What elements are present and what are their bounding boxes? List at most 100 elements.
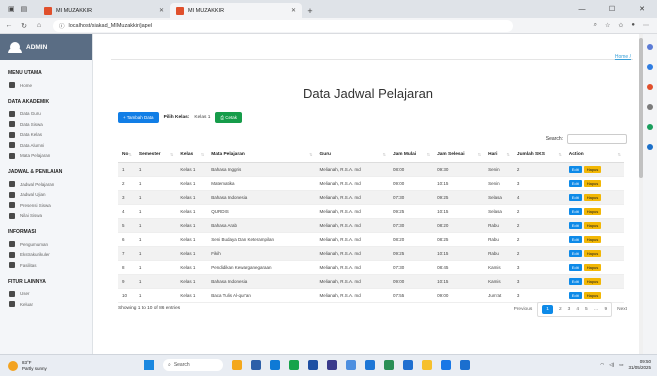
- vscode-blue-icon[interactable]: [460, 360, 470, 370]
- delete-button[interactable]: Hapus: [583, 165, 602, 173]
- sidebar-item[interactable]: Jadwal Ujian: [8, 190, 84, 201]
- add-data-button[interactable]: + Tambah Data: [118, 112, 159, 123]
- column-header[interactable]: Kelas: [176, 148, 208, 163]
- sidebar-item[interactable]: Fasilitas: [8, 260, 84, 271]
- vscode-icon[interactable]: [365, 360, 375, 370]
- weather-widget[interactable]: 83°F Partly sunny: [0, 360, 47, 372]
- column-header[interactable]: Jumlah SKS: [512, 148, 565, 163]
- tab-actions-icon[interactable]: ▤: [21, 5, 28, 13]
- back-icon[interactable]: ←: [3, 22, 15, 29]
- delete-button[interactable]: Hapus: [583, 179, 602, 187]
- home-icon[interactable]: ⌂: [33, 22, 45, 29]
- delete-button[interactable]: Hapus: [583, 221, 602, 229]
- sidebar-item[interactable]: Presensi Siswa: [8, 200, 84, 211]
- sidebar-item[interactable]: Ekstrakurikuler: [8, 250, 84, 261]
- delete-button[interactable]: Hapus: [583, 278, 602, 286]
- class-filter-select[interactable]: Kelas 1: [194, 115, 210, 120]
- sidebar-item[interactable]: Data Siswa: [8, 119, 84, 130]
- favorite-icon[interactable]: ☆: [605, 22, 610, 29]
- sidebar-item[interactable]: Data Guru: [8, 109, 84, 120]
- close-window-icon[interactable]: ✕: [627, 0, 657, 18]
- task-view-icon[interactable]: [251, 360, 261, 370]
- clock[interactable]: 09:50 31/05/2025: [628, 359, 651, 371]
- delete-button[interactable]: Hapus: [583, 207, 602, 215]
- delete-button[interactable]: Hapus: [583, 236, 602, 244]
- copilot-icon[interactable]: [647, 64, 653, 70]
- zoom-icon[interactable]: ⌕: [594, 22, 597, 29]
- games-icon[interactable]: [647, 144, 653, 150]
- tools-icon[interactable]: [647, 104, 653, 110]
- new-tab-button[interactable]: +: [302, 3, 318, 18]
- delete-button[interactable]: Hapus: [583, 193, 602, 201]
- next-page-button[interactable]: Next: [617, 307, 627, 312]
- search-input[interactable]: [567, 134, 627, 144]
- edge-icon[interactable]: [270, 360, 280, 370]
- word-icon[interactable]: [308, 360, 318, 370]
- column-header[interactable]: Action: [564, 148, 624, 163]
- page-number-button[interactable]: …: [594, 307, 599, 312]
- url-field[interactable]: ⓘ localhost/siakad_MIMuzakkir/japel: [53, 19, 513, 32]
- previous-page-button[interactable]: Previous: [514, 307, 533, 312]
- sidebar-brand[interactable]: ADMIN: [0, 34, 92, 60]
- column-header[interactable]: Jam Mulai: [388, 148, 434, 163]
- edit-button[interactable]: Edit: [568, 221, 582, 229]
- info-icon[interactable]: ⓘ: [59, 22, 65, 30]
- edit-button[interactable]: Edit: [568, 193, 582, 201]
- search-icon[interactable]: [647, 44, 653, 50]
- page-number-button[interactable]: 4: [576, 307, 579, 312]
- edit-button[interactable]: Edit: [568, 250, 582, 258]
- close-tab-icon[interactable]: ✕: [291, 7, 296, 14]
- more-icon[interactable]: ⋯: [643, 22, 649, 29]
- sidebar-toggle-icon[interactable]: ▣: [8, 5, 15, 13]
- column-header[interactable]: Jam Selesai: [433, 148, 485, 163]
- mail-icon[interactable]: [403, 360, 413, 370]
- favorites-icon[interactable]: ✩: [618, 22, 623, 29]
- minimize-icon[interactable]: —: [567, 0, 597, 18]
- column-header[interactable]: Semester: [134, 148, 177, 163]
- page-number-button[interactable]: 5: [585, 307, 588, 312]
- print-button[interactable]: ⎙ Cetak: [215, 112, 243, 123]
- windows-start-icon[interactable]: [144, 360, 154, 370]
- edit-button[interactable]: Edit: [568, 179, 582, 187]
- edit-button[interactable]: Edit: [568, 278, 582, 286]
- sidebar-item[interactable]: Pengumuman: [8, 239, 84, 250]
- edit-button[interactable]: Edit: [568, 207, 582, 215]
- outlook-icon[interactable]: [647, 124, 653, 130]
- wifi-icon[interactable]: ◠: [600, 362, 604, 368]
- page-number-button[interactable]: 1: [542, 305, 553, 314]
- teams-icon[interactable]: [327, 360, 337, 370]
- sidebar-item[interactable]: Nilai Siswa: [8, 211, 84, 222]
- maximize-icon[interactable]: ☐: [597, 0, 627, 18]
- browser-tab-2[interactable]: MI MUZAKKIR ✕: [170, 3, 302, 18]
- browser-tab-1[interactable]: MI MUZAKKIR ✕: [38, 3, 170, 18]
- taskbar-search[interactable]: ⌕ Search: [163, 359, 223, 371]
- sidebar-item[interactable]: Home: [8, 80, 84, 91]
- edit-button[interactable]: Edit: [568, 165, 582, 173]
- page-number-button[interactable]: 3: [568, 307, 571, 312]
- column-header[interactable]: Hari: [484, 148, 513, 163]
- page-number-button[interactable]: 2: [559, 307, 562, 312]
- close-tab-icon[interactable]: ✕: [159, 7, 164, 14]
- file-explorer-icon[interactable]: [422, 360, 432, 370]
- sidebar-item[interactable]: Keluar: [8, 299, 84, 310]
- app-icon[interactable]: [441, 360, 451, 370]
- column-header[interactable]: Guru: [315, 148, 389, 163]
- chrome-icon[interactable]: [289, 360, 299, 370]
- delete-button[interactable]: Hapus: [583, 264, 602, 272]
- edit-button[interactable]: Edit: [568, 292, 582, 300]
- sidebar-item[interactable]: Data Alumni: [8, 140, 84, 151]
- page-number-button[interactable]: 9: [604, 307, 607, 312]
- tab-controls[interactable]: ▣ ▤: [0, 0, 38, 18]
- delete-button[interactable]: Hapus: [583, 250, 602, 258]
- widgets-icon[interactable]: [232, 360, 242, 370]
- column-header[interactable]: No: [118, 148, 135, 163]
- delete-button[interactable]: Hapus: [583, 292, 602, 300]
- store-icon[interactable]: [346, 360, 356, 370]
- breadcrumb[interactable]: Home /: [615, 54, 631, 60]
- sidebar-item[interactable]: User: [8, 289, 84, 300]
- reload-icon[interactable]: ↻: [18, 22, 30, 30]
- battery-icon[interactable]: ▭: [619, 362, 623, 368]
- edit-button[interactable]: Edit: [568, 236, 582, 244]
- edit-button[interactable]: Edit: [568, 264, 582, 272]
- excel-icon[interactable]: [384, 360, 394, 370]
